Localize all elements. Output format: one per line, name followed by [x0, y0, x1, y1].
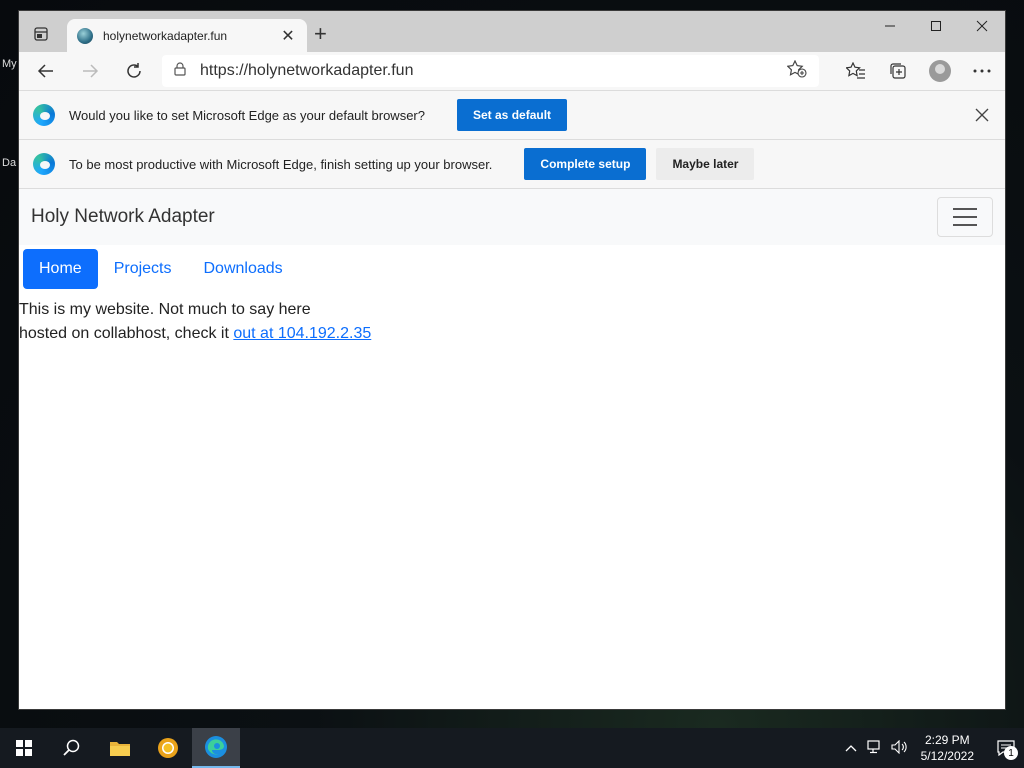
infobar-message: Would you like to set Microsoft Edge as …	[69, 107, 425, 123]
ip-link[interactable]: out at 104.192.2.35	[233, 325, 371, 342]
volume-icon[interactable]	[891, 739, 909, 757]
maybe-later-button[interactable]: Maybe later	[656, 148, 755, 180]
chrome-icon[interactable]	[144, 728, 192, 768]
address-bar[interactable]: https://holynetworkadapter.fun	[162, 55, 819, 87]
add-favorite-icon[interactable]	[786, 59, 807, 83]
close-window-icon[interactable]	[959, 11, 1005, 41]
site-brand[interactable]: Holy Network Adapter	[31, 206, 215, 228]
clock-time: 2:29 PM	[924, 733, 970, 747]
back-icon[interactable]	[29, 54, 63, 88]
search-icon[interactable]	[48, 728, 96, 768]
default-browser-infobar: Would you like to set Microsoft Edge as …	[19, 90, 1005, 139]
complete-setup-button[interactable]: Complete setup	[524, 148, 647, 180]
more-options-icon[interactable]	[965, 54, 999, 88]
minimize-icon[interactable]	[867, 11, 913, 41]
maximize-icon[interactable]	[913, 11, 959, 41]
tab-strip: holynetworkadapter.fun ✕ +	[19, 11, 1005, 52]
start-button[interactable]	[0, 728, 48, 768]
infobar-message: To be most productive with Microsoft Edg…	[69, 156, 493, 172]
nav-downloads[interactable]: Downloads	[187, 249, 298, 289]
favorites-icon[interactable]	[839, 54, 873, 88]
navbar-toggler-button[interactable]	[937, 197, 993, 237]
clock-date: 5/12/2022	[920, 749, 974, 763]
browser-toolbar: https://holynetworkadapter.fun	[19, 52, 1005, 90]
tab-title: holynetworkadapter.fun	[103, 28, 228, 43]
content-text: hosted on collabhost, check it	[19, 325, 234, 342]
new-tab-icon[interactable]: +	[314, 23, 327, 45]
globe-icon	[77, 27, 93, 44]
set-as-default-button[interactable]: Set as default	[457, 99, 568, 131]
web-page: Holy Network Adapter Home Projects Downl…	[19, 188, 1005, 346]
edge-logo-icon	[33, 153, 55, 175]
browser-tab[interactable]: holynetworkadapter.fun ✕	[67, 19, 307, 52]
file-explorer-icon[interactable]	[96, 728, 144, 768]
desktop-icon-label[interactable]: My	[2, 58, 17, 70]
site-navbar: Holy Network Adapter	[19, 189, 1005, 245]
close-infobar-icon[interactable]	[975, 106, 989, 127]
chevron-up-icon[interactable]	[845, 741, 857, 755]
notification-badge: 1	[1004, 746, 1018, 760]
edge-taskbar-icon[interactable]	[192, 728, 240, 768]
hamburger-line	[953, 224, 977, 226]
browser-window: holynetworkadapter.fun ✕ + https://holyn…	[18, 10, 1006, 710]
action-center-icon[interactable]: 1	[988, 728, 1024, 768]
collections-icon[interactable]	[881, 54, 915, 88]
hamburger-line	[953, 216, 977, 218]
refresh-icon[interactable]	[117, 54, 151, 88]
forward-icon[interactable]	[73, 54, 107, 88]
avatar-icon	[929, 60, 951, 82]
profile-avatar[interactable]	[923, 54, 957, 88]
nav-pills: Home Projects Downloads	[19, 245, 1005, 293]
network-icon[interactable]	[867, 739, 883, 757]
taskbar: 2:29 PM 5/12/2022 1	[0, 728, 1024, 768]
content-line: hosted on collabhost, check it out at 10…	[19, 322, 1005, 346]
url-text[interactable]: https://holynetworkadapter.fun	[200, 62, 787, 80]
nav-home[interactable]: Home	[23, 249, 98, 289]
taskbar-clock[interactable]: 2:29 PM 5/12/2022	[921, 732, 974, 764]
tab-actions-icon[interactable]	[29, 22, 53, 46]
content-line: This is my website. Not much to say here	[19, 301, 311, 318]
setup-infobar: To be most productive with Microsoft Edg…	[19, 139, 1005, 188]
system-tray: 2:29 PM 5/12/2022 1	[845, 728, 1024, 768]
nav-projects[interactable]: Projects	[98, 249, 188, 289]
desktop-icon-label[interactable]: Da	[2, 157, 16, 169]
edge-logo-icon	[33, 104, 55, 126]
hamburger-line	[953, 208, 977, 210]
close-tab-icon[interactable]: ✕	[279, 26, 297, 46]
lock-icon[interactable]	[174, 61, 186, 81]
page-content: This is my website. Not much to say here…	[19, 293, 1005, 346]
